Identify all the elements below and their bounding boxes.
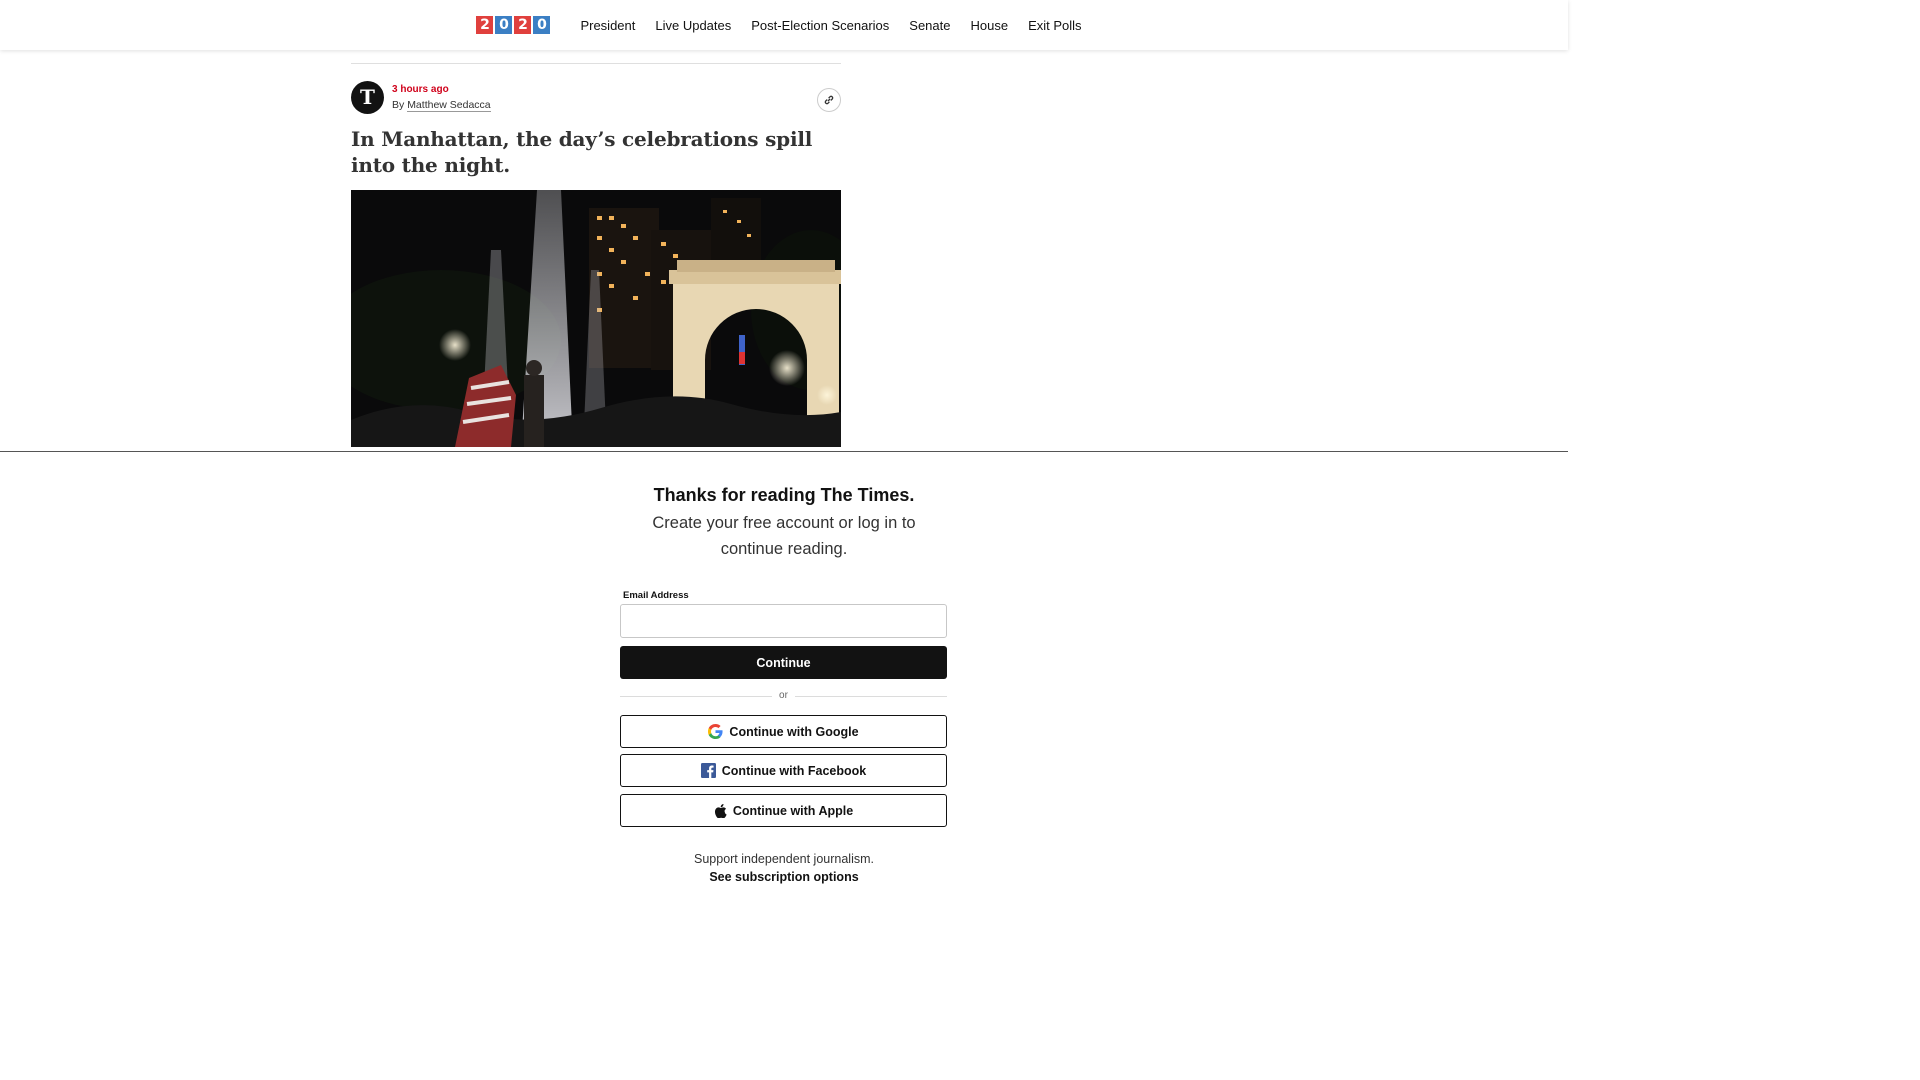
divider xyxy=(351,63,841,64)
live-update-article: T 3 hours ago By Matthew Sedacca In Manh… xyxy=(351,63,841,447)
support-text: Support independent journalism. xyxy=(694,852,874,866)
election-2020-logo[interactable]: 2 0 2 0 xyxy=(476,16,551,34)
nav-link-exit-polls[interactable]: Exit Polls xyxy=(1028,18,1081,33)
link-icon xyxy=(824,95,834,105)
continue-with-facebook-button[interactable]: Continue with Facebook xyxy=(620,754,947,787)
continue-with-apple-button[interactable]: Continue with Apple xyxy=(620,794,947,827)
facebook-icon xyxy=(700,763,716,778)
timestamp: 3 hours ago xyxy=(392,84,449,95)
google-button-label: Continue with Google xyxy=(729,724,859,739)
article-headline: In Manhattan, the day’s celebrations spi… xyxy=(351,127,813,177)
or-divider: or xyxy=(620,690,947,704)
paywall-title: Thanks for reading The Times. xyxy=(653,485,915,505)
top-navigation: 2 0 2 0 President Live Updates Post-Elec… xyxy=(0,0,1568,50)
washington-square-night-photo xyxy=(351,190,841,447)
subscription-options-link[interactable]: See subscription options xyxy=(0,870,1568,884)
nav-link-president[interactable]: President xyxy=(580,18,635,33)
nav-link-senate[interactable]: Senate xyxy=(909,18,950,33)
byline: T 3 hours ago By Matthew Sedacca xyxy=(351,81,841,115)
continue-button[interactable]: Continue xyxy=(620,646,947,679)
nav-link-post-election-scenarios[interactable]: Post-Election Scenarios xyxy=(751,18,889,33)
logo-digit: 0 xyxy=(533,16,551,34)
facebook-button-label: Continue with Facebook xyxy=(721,763,867,778)
nav-link-live-updates[interactable]: Live Updates xyxy=(655,18,731,33)
by-prefix: By xyxy=(392,99,405,111)
divider-line xyxy=(795,696,947,697)
article-photo xyxy=(351,190,841,447)
author-line: By Matthew Sedacca xyxy=(392,99,491,112)
paywall-subtitle: Create your free account or log in to co… xyxy=(652,514,916,558)
author-link[interactable]: Matthew Sedacca xyxy=(407,99,491,112)
logo-digit: 2 xyxy=(514,16,532,34)
nyt-logo-avatar: T xyxy=(351,81,384,114)
copy-link-button[interactable] xyxy=(817,88,841,112)
registration-wall: Thanks for reading The Times. Create you… xyxy=(0,451,1568,884)
email-field[interactable] xyxy=(620,604,947,638)
logo-digit: 0 xyxy=(495,16,513,34)
continue-with-google-button[interactable]: Continue with Google xyxy=(620,715,947,748)
email-label: Email Address xyxy=(623,590,689,601)
apple-button-label: Continue with Apple xyxy=(732,803,854,818)
logo-digit: 2 xyxy=(476,16,494,34)
apple-icon xyxy=(714,803,727,818)
google-icon xyxy=(708,724,723,739)
nav-link-house[interactable]: House xyxy=(970,18,1008,33)
